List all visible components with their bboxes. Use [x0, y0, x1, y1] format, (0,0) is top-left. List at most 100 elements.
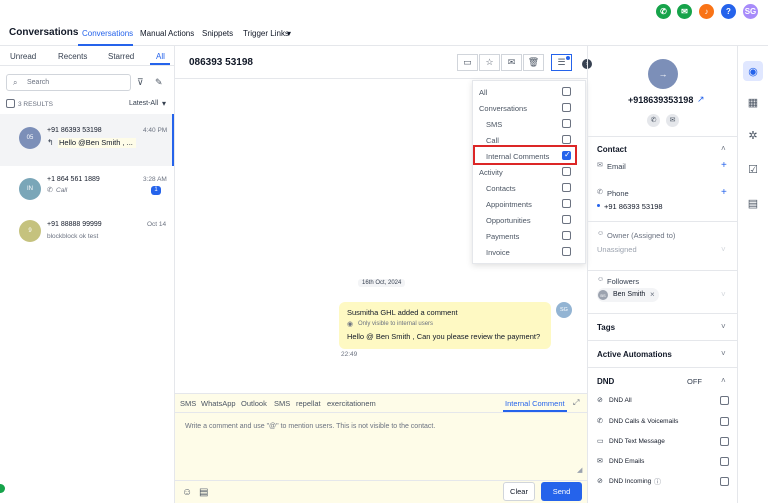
- select-all-checkbox[interactable]: [6, 99, 15, 108]
- checkbox[interactable]: [562, 199, 571, 208]
- dnd-incoming-checkbox[interactable]: [720, 477, 729, 486]
- star-icon[interactable]: ☆: [479, 54, 500, 71]
- checkbox[interactable]: [562, 231, 571, 240]
- contact-icon[interactable]: ◉: [746, 64, 760, 78]
- tab-all[interactable]: All: [156, 52, 165, 61]
- expand-icon[interactable]: ⤢: [573, 398, 579, 408]
- chevron-down-icon[interactable]: ▾: [287, 29, 291, 38]
- channel-tab-outlook[interactable]: Outlook: [241, 399, 267, 408]
- channel-tab-sms[interactable]: SMS: [180, 399, 196, 408]
- channel-tab-whatsapp[interactable]: WhatsApp: [201, 399, 236, 408]
- conversation-item[interactable]: 05 +91 86393 53198 4:40 PM ↰ Hello @Ben …: [0, 114, 174, 166]
- dnd-calls-checkbox[interactable]: [720, 417, 729, 426]
- emoji-icon[interactable]: ☺: [182, 487, 192, 498]
- call-icon[interactable]: ✆: [647, 114, 660, 127]
- checkbox[interactable]: [562, 87, 571, 96]
- checkbox[interactable]: [562, 215, 571, 224]
- chevron-down-icon[interactable]: ˅: [721, 349, 726, 358]
- add-email-button[interactable]: +: [721, 160, 727, 171]
- nav-conversations[interactable]: Conversations: [82, 29, 133, 38]
- info-icon[interactable]: ⓘ: [654, 477, 661, 487]
- chevron-up-icon[interactable]: ˄: [721, 144, 726, 153]
- channel-tab-repellat[interactable]: repellat: [296, 399, 321, 408]
- filter-option-appointments[interactable]: Appointments: [473, 196, 587, 212]
- filter-option-conversations[interactable]: Conversations: [473, 100, 587, 116]
- dnd-text-label: DND Text Message: [609, 438, 665, 445]
- avatar: 05: [19, 127, 41, 149]
- nav-manual-actions[interactable]: Manual Actions: [140, 29, 194, 38]
- notes-icon[interactable]: ▤: [746, 196, 760, 210]
- resize-handle[interactable]: ◢: [577, 466, 582, 474]
- phone-icon[interactable]: ✆: [656, 4, 671, 19]
- checkbox[interactable]: [562, 119, 571, 128]
- checkbox[interactable]: [562, 247, 571, 256]
- folder-icon[interactable]: ▭: [457, 54, 478, 71]
- filter-option-sms[interactable]: SMS: [473, 116, 587, 132]
- opportunities-icon[interactable]: ✲: [746, 128, 760, 142]
- email-label: Email: [607, 162, 626, 171]
- conversation-item[interactable]: IN +1 864 561 1889 3:28 AM ✆ Call 1: [0, 166, 174, 218]
- mail-icon[interactable]: ✉: [501, 54, 522, 71]
- chevron-down-icon[interactable]: ˅: [721, 322, 726, 331]
- tab-starred[interactable]: Starred: [108, 52, 134, 61]
- filter-icon[interactable]: ⊽: [137, 77, 144, 88]
- checkbox[interactable]: [562, 135, 571, 144]
- tasks-icon[interactable]: ☑: [746, 162, 760, 176]
- add-phone-button[interactable]: +: [721, 187, 727, 198]
- option-label: Conversations: [479, 104, 527, 113]
- comment-input[interactable]: Write a comment and use "@" to mention u…: [185, 423, 435, 430]
- chevron-down-icon[interactable]: ˅: [721, 245, 726, 254]
- page-title: Conversations: [9, 27, 79, 38]
- filter-option-payments[interactable]: Payments: [473, 228, 587, 244]
- filter-option-opportunities[interactable]: Opportunities: [473, 212, 587, 228]
- divider: [0, 65, 174, 66]
- email-icon[interactable]: ✉: [666, 114, 679, 127]
- chevron-down-icon[interactable]: ˅: [721, 290, 726, 299]
- automations-section[interactable]: Active Automations ˅: [588, 340, 738, 367]
- channel-tab-exercitationem[interactable]: exercitationem: [327, 399, 376, 408]
- tab-recents[interactable]: Recents: [58, 52, 87, 61]
- nav-snippets[interactable]: Snippets: [202, 29, 233, 38]
- avatar: SG: [556, 302, 572, 318]
- conversation-item[interactable]: 9 +91 88888 99999 Oct 14 blockblock ok t…: [0, 218, 174, 270]
- send-button[interactable]: Send: [541, 482, 582, 501]
- channel-tab-internal-comment[interactable]: Internal Comment: [505, 399, 565, 408]
- checkbox[interactable]: [562, 167, 571, 176]
- help-icon[interactable]: ?: [721, 4, 736, 19]
- comment-composer: SMS WhatsApp Outlook SMS repellat exerci…: [175, 393, 587, 503]
- external-link-icon[interactable]: ↗: [697, 94, 705, 105]
- user-avatar[interactable]: SG: [743, 4, 758, 19]
- follower-chip[interactable]: BS Ben Smith ×: [597, 288, 659, 302]
- compose-icon[interactable]: ✎: [155, 77, 163, 88]
- message-preview: Call: [56, 187, 68, 194]
- timestamp: 3:28 AM: [143, 176, 167, 183]
- calendar-icon[interactable]: ▦: [746, 95, 760, 109]
- filter-option-invoice[interactable]: Invoice: [473, 244, 587, 260]
- trash-icon[interactable]: 🗑: [523, 54, 544, 71]
- dnd-text-checkbox[interactable]: [720, 437, 729, 446]
- remove-icon[interactable]: ×: [650, 290, 655, 299]
- tab-unread[interactable]: Unread: [10, 52, 36, 61]
- contact-name: +91 88888 99999: [47, 221, 102, 228]
- checkbox[interactable]: [562, 103, 571, 112]
- checkbox[interactable]: [562, 183, 571, 192]
- snippet-icon[interactable]: ▤: [199, 487, 208, 498]
- filter-option-all[interactable]: All: [473, 84, 587, 100]
- clear-button[interactable]: Clear: [503, 482, 535, 501]
- filter-option-contacts[interactable]: Contacts: [473, 180, 587, 196]
- chevron-up-icon[interactable]: ˄: [721, 376, 726, 385]
- filter-option-activity[interactable]: Activity: [473, 164, 587, 180]
- tags-section[interactable]: Tags ˅: [588, 313, 738, 340]
- sort-dropdown[interactable]: Latest-All: [129, 100, 158, 107]
- bell-icon[interactable]: ♪: [699, 4, 714, 19]
- megaphone-icon[interactable]: ✉: [677, 4, 692, 19]
- owner-select[interactable]: Unassigned: [597, 245, 637, 254]
- nav-trigger-links[interactable]: Trigger Links: [243, 29, 289, 38]
- chevron-down-icon[interactable]: ▾: [162, 99, 166, 108]
- channel-tab-sms-2[interactable]: SMS: [274, 399, 290, 408]
- search-input[interactable]: ⌕ Search: [6, 74, 131, 91]
- contact-name: +91 86393 53198: [47, 127, 102, 134]
- dnd-all-checkbox[interactable]: [720, 396, 729, 405]
- reply-icon: ↰: [47, 138, 54, 147]
- dnd-emails-checkbox[interactable]: [720, 457, 729, 466]
